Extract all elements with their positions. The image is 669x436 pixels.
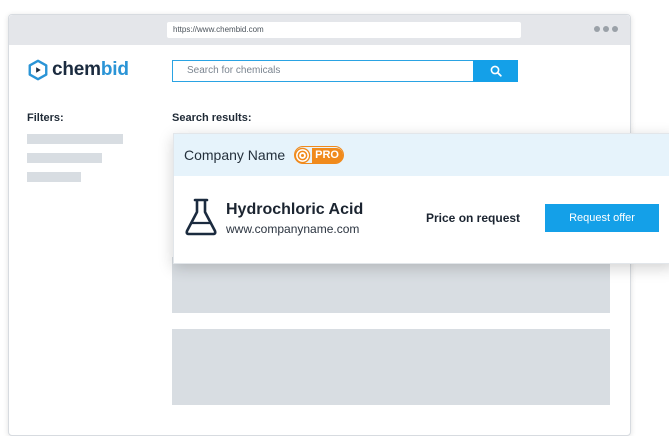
card-header: Company Name PRO (174, 134, 669, 176)
filters-label: Filters: (27, 112, 64, 124)
price-text: Price on request (426, 211, 521, 225)
dot-icon (603, 26, 609, 32)
pro-badge-icon (294, 147, 311, 163)
dot-icon (594, 26, 600, 32)
pro-badge: PRO (294, 146, 344, 164)
request-offer-button[interactable]: Request offer (545, 204, 659, 232)
search-icon (490, 65, 502, 77)
dot-icon (612, 26, 618, 32)
pro-badge-text: PRO (312, 147, 343, 163)
address-bar[interactable]: https://www.chembid.com (167, 22, 521, 38)
chembid-logo-icon (28, 59, 48, 81)
results-label: Search results: (172, 112, 252, 124)
logo-text-bid: bid (100, 59, 129, 80)
product-name[interactable]: Hydrochloric Acid (226, 201, 363, 219)
chembid-logo[interactable]: chembid (27, 59, 129, 81)
product-url[interactable]: www.companyname.com (226, 222, 359, 236)
window-menu-dots[interactable] (594, 26, 618, 32)
filter-placeholder-bar (27, 134, 123, 144)
filter-placeholder-bar (27, 172, 81, 182)
browser-top-bar: https://www.chembid.com (9, 15, 630, 45)
flask-icon (185, 198, 217, 236)
search-input[interactable]: Search for chemicals (172, 60, 473, 82)
company-name[interactable]: Company Name (184, 147, 285, 163)
search-button[interactable] (473, 60, 518, 82)
result-card[interactable]: Company Name PRO Hydrochloric Acid www.c… (173, 133, 669, 264)
result-placeholder (172, 257, 610, 313)
filter-placeholder-bar (27, 153, 102, 163)
logo-text-chem: chem (52, 59, 101, 80)
result-placeholder (172, 329, 610, 405)
